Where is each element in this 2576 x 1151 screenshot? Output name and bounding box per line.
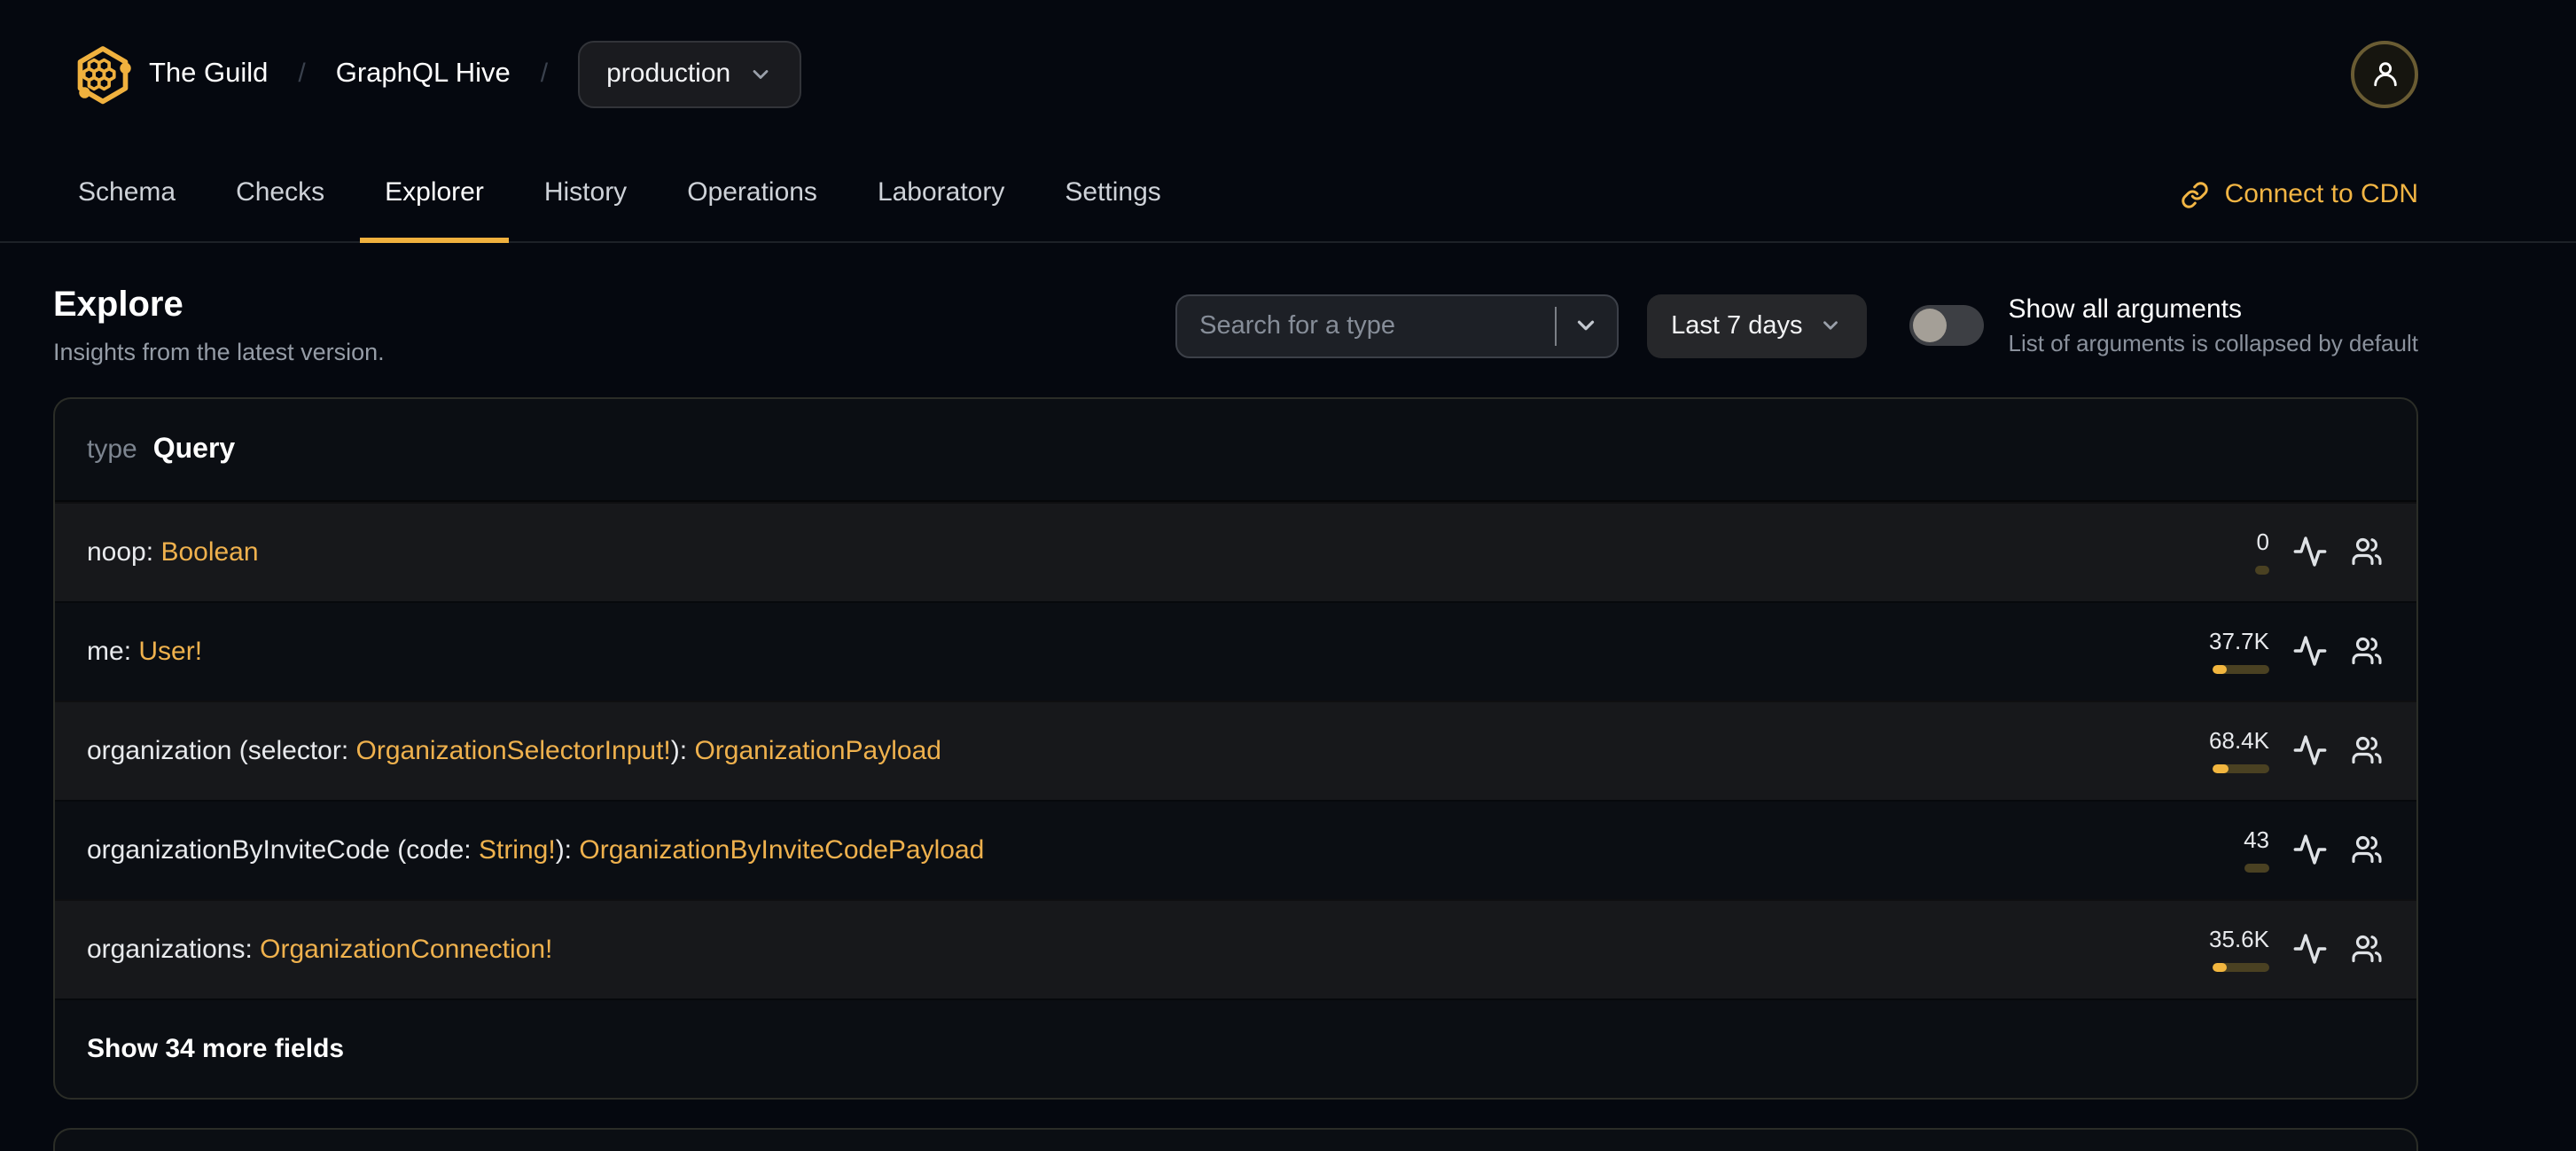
field-signature: organization (selector: OrganizationSele… xyxy=(87,736,941,766)
tab-operations[interactable]: Operations xyxy=(662,147,842,243)
field-signature: me: User! xyxy=(87,637,203,667)
connect-to-cdn-link[interactable]: Connect to CDN xyxy=(2181,147,2418,241)
type-card-header: type Query xyxy=(55,399,2416,502)
show-all-arguments-toggle[interactable] xyxy=(1909,305,1984,346)
field-stats: 68.4K xyxy=(2163,727,2383,773)
field-row[interactable]: noop: Boolean 0 xyxy=(55,502,2416,601)
users-icon[interactable] xyxy=(2351,834,2383,866)
field-row[interactable]: me: User! 37.7K xyxy=(55,601,2416,701)
usage-bar-fill xyxy=(2213,763,2229,773)
tab-checks[interactable]: Checks xyxy=(211,147,349,243)
usage-bar xyxy=(2213,962,2269,972)
tab-history[interactable]: History xyxy=(519,147,652,243)
field-row[interactable]: organizationByInviteCode (code: String!)… xyxy=(55,800,2416,899)
breadcrumb: The Guild / GraphQL Hive / production xyxy=(73,40,802,107)
usage-count: 37.7K xyxy=(2209,628,2269,655)
breadcrumb-project-link[interactable]: GraphQL Hive xyxy=(336,58,511,90)
usage-count: 43 xyxy=(2244,826,2269,854)
page-title: Explore xyxy=(53,286,183,325)
hive-logo-icon[interactable] xyxy=(73,42,133,106)
next-type-card xyxy=(53,1128,2418,1151)
field-usage: 35.6K xyxy=(2163,926,2269,972)
explorer-page: Explore Insights from the latest version… xyxy=(0,286,2576,1151)
usage-count: 68.4K xyxy=(2209,727,2269,755)
link-icon xyxy=(2181,181,2208,207)
field-usage: 43 xyxy=(2163,826,2269,873)
field-signature: organizations: OrganizationConnection! xyxy=(87,935,553,965)
show-more-fields-button[interactable]: Show 34 more fields xyxy=(55,998,2416,1098)
field-signature: noop: Boolean xyxy=(87,537,259,568)
tab-schema[interactable]: Schema xyxy=(53,147,200,243)
field-signature: organizationByInviteCode (code: String!)… xyxy=(87,835,985,865)
usage-bar xyxy=(2244,863,2269,873)
connect-to-cdn-label: Connect to CDN xyxy=(2224,179,2418,209)
usage-bar-fill xyxy=(2213,664,2227,674)
main-nav: Schema Checks Explorer History Operation… xyxy=(0,147,2576,243)
usage-bar-fill xyxy=(2213,962,2227,972)
field-list: noop: Boolean 0 me: User! 37.7K organiza… xyxy=(55,502,2416,998)
users-icon[interactable] xyxy=(2351,536,2383,568)
tab-laboratory[interactable]: Laboratory xyxy=(853,147,1029,243)
tab-list: Schema Checks Explorer History Operation… xyxy=(53,147,1186,243)
field-usage: 0 xyxy=(2163,529,2269,575)
field-usage: 37.7K xyxy=(2163,628,2269,674)
usage-bar xyxy=(2213,664,2269,674)
users-icon[interactable] xyxy=(2351,636,2383,668)
type-kind-label: type xyxy=(87,435,137,465)
field-stats: 0 xyxy=(2163,529,2383,575)
target-selector-dropdown[interactable]: production xyxy=(578,40,802,107)
type-search-input[interactable] xyxy=(1176,311,1555,340)
tab-settings[interactable]: Settings xyxy=(1040,147,1185,243)
combobox-toggle-button[interactable] xyxy=(1556,295,1616,356)
field-row[interactable]: organization (selector: OrganizationSele… xyxy=(55,701,2416,800)
type-name: Query xyxy=(152,434,236,464)
chevron-down-icon xyxy=(1823,321,1838,330)
activity-icon[interactable] xyxy=(2292,535,2328,570)
toggle-label: Show all arguments xyxy=(2008,294,2242,325)
type-card-query: type Query noop: Boolean 0 me: User! 37.… xyxy=(53,397,2418,1100)
page-subtitle: Insights from the latest version. xyxy=(53,339,385,365)
target-selector-value: production xyxy=(606,59,731,89)
field-stats: 37.7K xyxy=(2163,628,2383,674)
usage-count: 35.6K xyxy=(2209,926,2269,953)
users-icon[interactable] xyxy=(2351,735,2383,767)
toggle-knob xyxy=(1912,309,1947,342)
app-viewport: The Guild / GraphQL Hive / production Sc… xyxy=(0,0,2576,1151)
user-icon xyxy=(2373,62,2396,87)
chevron-down-icon xyxy=(753,69,769,78)
app-header: The Guild / GraphQL Hive / production xyxy=(0,0,2576,147)
toggle-description: List of arguments is collapsed by defaul… xyxy=(2008,330,2419,356)
period-dropdown[interactable]: Last 7 days xyxy=(1646,294,1867,357)
explorer-controls: Last 7 days Show all arguments List of a… xyxy=(1175,294,2418,357)
users-icon[interactable] xyxy=(2351,934,2383,966)
tab-explorer[interactable]: Explorer xyxy=(360,147,509,243)
field-stats: 35.6K xyxy=(2163,926,2383,972)
field-usage: 68.4K xyxy=(2163,727,2269,773)
activity-icon[interactable] xyxy=(2292,932,2328,967)
chevron-down-icon xyxy=(1578,320,1595,331)
breadcrumb-org-link[interactable]: The Guild xyxy=(149,58,268,90)
activity-icon[interactable] xyxy=(2292,634,2328,669)
usage-bar xyxy=(2213,763,2269,773)
field-row[interactable]: organizations: OrganizationConnection! 3… xyxy=(55,899,2416,998)
breadcrumb-separator: / xyxy=(298,59,306,89)
usage-count: 0 xyxy=(2256,529,2269,556)
period-value: Last 7 days xyxy=(1671,311,1803,340)
type-search-combobox xyxy=(1175,294,1619,357)
field-stats: 43 xyxy=(2163,826,2383,873)
usage-bar xyxy=(2255,565,2269,575)
page-heading: Explore Insights from the latest version… xyxy=(53,286,385,365)
user-avatar-button[interactable] xyxy=(2351,40,2418,107)
show-all-arguments-control: Show all arguments List of arguments is … xyxy=(1909,294,2419,356)
activity-icon[interactable] xyxy=(2292,833,2328,868)
breadcrumb-separator: / xyxy=(540,59,549,89)
activity-icon[interactable] xyxy=(2292,733,2328,769)
